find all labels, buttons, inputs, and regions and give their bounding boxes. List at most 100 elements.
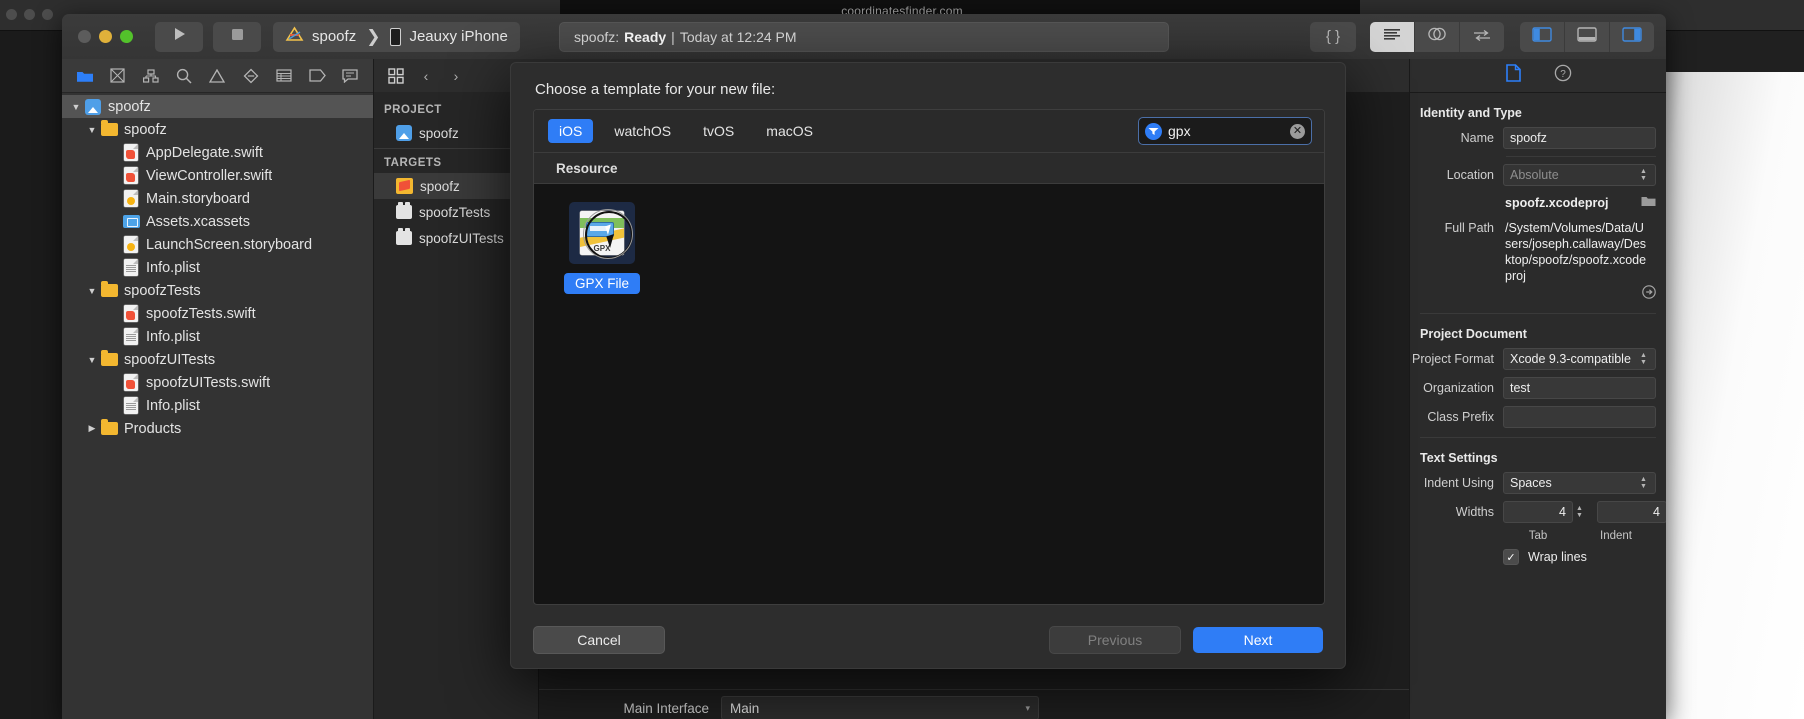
quick-help-tab[interactable]: ? [1551, 64, 1575, 88]
navigator-row-spoofztests[interactable]: ▼ spoofzTests [62, 279, 373, 302]
template-item-gpx-file[interactable]: GPX GPX File [564, 202, 641, 294]
navigator-row-info-plist[interactable]: ▼Info.plist [62, 256, 373, 279]
tab-macos[interactable]: macOS [755, 119, 824, 143]
wrap-lines-checkbox[interactable]: ✓ [1503, 549, 1519, 565]
issue-warning-icon[interactable] [201, 63, 234, 89]
template-search-field[interactable]: gpx ✕ [1138, 117, 1312, 145]
reveal-arrow-icon[interactable] [1642, 285, 1656, 304]
test-diamond-icon[interactable] [234, 63, 267, 89]
organization-row[interactable]: Organization test [1410, 377, 1666, 399]
toggle-debug-button[interactable] [1565, 21, 1610, 52]
swift-file-icon [124, 167, 138, 184]
library-button[interactable]: { } [1310, 21, 1356, 52]
name-input[interactable]: spoofz [1503, 127, 1656, 149]
run-button[interactable] [155, 21, 203, 52]
inspector-tabbar[interactable]: ? [1410, 59, 1666, 93]
debug-list-icon[interactable] [267, 63, 300, 89]
platform-tabbar[interactable]: iOS watchOS tvOS macOS gpx ✕ [534, 110, 1324, 153]
indent-using-select[interactable]: Spaces ▲ ▼ [1503, 472, 1656, 494]
folder-chooser-icon[interactable] [1641, 194, 1656, 212]
organization-input[interactable]: test [1503, 377, 1656, 399]
navigator-row-spoofzuitests[interactable]: ▼ spoofzUITests [62, 348, 373, 371]
toggle-navigator-button[interactable] [1520, 21, 1565, 52]
previous-button[interactable]: Previous [1049, 626, 1181, 654]
report-icon[interactable] [334, 63, 367, 89]
disclosure-triangle[interactable]: ▼ [68, 102, 84, 112]
file-inspector-tab[interactable] [1501, 64, 1525, 88]
scheme-selector[interactable]: spoofz ❯ Jeauxy iPhone [273, 21, 520, 52]
navigator-row-spoofztests-swift[interactable]: ▼spoofzTests.swift [62, 302, 373, 325]
navigator-row-spoofz[interactable]: ▼ spoofz [62, 118, 373, 141]
widths-row[interactable]: Widths 4 ▲▼ 4 ▲▼ [1410, 501, 1666, 523]
cancel-button[interactable]: Cancel [533, 626, 665, 654]
editor-assistant-button[interactable] [1415, 21, 1460, 52]
reveal-in-finder-row[interactable] [1410, 285, 1666, 304]
project-format-row[interactable]: Project Format Xcode 9.3-compatible ▲ ▼ [1410, 348, 1666, 370]
location-select[interactable]: Absolute ▲ ▼ [1503, 164, 1656, 186]
zoom-window-button[interactable] [120, 30, 133, 43]
navigator-row-info-plist[interactable]: ▼Info.plist [62, 325, 373, 348]
search-icon[interactable] [168, 63, 201, 89]
location-file-row[interactable]: spoofz.xcodeproj [1410, 193, 1666, 213]
toggle-inspector-button[interactable] [1610, 21, 1654, 52]
name-field-row[interactable]: Name spoofz [1410, 127, 1666, 149]
tab-ios[interactable]: iOS [548, 119, 594, 143]
main-interface-combo[interactable]: Main ▾ [721, 696, 1039, 719]
chevron-left-icon[interactable]: ‹ [412, 64, 440, 88]
next-button[interactable]: Next [1193, 627, 1323, 653]
folder-icon[interactable] [68, 63, 101, 89]
navigator-row-spoofz[interactable]: ▼ spoofz [62, 95, 373, 118]
editor-mode-segmented-control[interactable] [1370, 21, 1504, 52]
source-control-icon[interactable] [101, 63, 134, 89]
disclosure-triangle[interactable]: ▶ [84, 423, 100, 434]
close-window-button[interactable] [78, 30, 91, 43]
class-prefix-input[interactable] [1503, 406, 1656, 428]
project-navigator-tree[interactable]: ▼spoofz▼spoofz▼AppDelegate.swift▼ViewCon… [62, 93, 373, 719]
tab-watchos[interactable]: watchOS [603, 119, 682, 143]
gpx-file-icon[interactable]: GPX [569, 202, 635, 264]
window-traffic-lights[interactable] [78, 30, 133, 43]
navigator-row-viewcontroller-swift[interactable]: ▼ViewController.swift [62, 164, 373, 187]
disclosure-triangle[interactable]: ▼ [84, 286, 100, 296]
editor-version-button[interactable] [1460, 21, 1504, 52]
disclosure-triangle[interactable]: ▼ [84, 125, 100, 135]
target-row-label: spoofzTests [419, 204, 491, 220]
stop-button[interactable] [213, 21, 261, 52]
full-path-label: Full Path [1444, 221, 1494, 235]
navigator-row-spoofzuitests-swift[interactable]: ▼spoofzUITests.swift [62, 371, 373, 394]
editor-standard-button[interactable] [1370, 21, 1415, 52]
disclosure-triangle[interactable]: ▼ [84, 355, 100, 365]
main-interface-field[interactable]: Main Interface Main ▾ [559, 696, 1039, 719]
navigator-row-appdelegate-swift[interactable]: ▼AppDelegate.swift [62, 141, 373, 164]
storyboard-file-icon [124, 190, 138, 207]
navigator-row-info-plist[interactable]: ▼Info.plist [62, 394, 373, 417]
filter-icon[interactable] [1145, 122, 1162, 140]
tab-tvos[interactable]: tvOS [692, 119, 745, 143]
wrap-lines-row[interactable]: ✓ Wrap lines [1410, 549, 1666, 565]
location-field-row[interactable]: Location Absolute ▲ ▼ [1410, 164, 1666, 186]
target-row-label: spoofz [420, 178, 460, 194]
navigator-row-products[interactable]: ▶ Products [62, 417, 373, 440]
indent-width-input[interactable]: 4 [1596, 501, 1666, 523]
search-input-value[interactable]: gpx [1168, 123, 1284, 139]
clear-icon[interactable]: ✕ [1290, 123, 1305, 139]
panel-toggles-segmented-control[interactable] [1520, 21, 1654, 52]
breakpoint-tag-icon[interactable] [301, 63, 334, 89]
project-format-select[interactable]: Xcode 9.3-compatible ▲ ▼ [1503, 348, 1656, 370]
template-grid[interactable]: GPX GPX File [534, 184, 1324, 294]
chevron-right-icon[interactable]: › [442, 64, 470, 88]
grid-view-icon[interactable] [382, 64, 410, 88]
minimize-window-button[interactable] [99, 30, 112, 43]
navigator-row-assets-xcassets[interactable]: ▼Assets.xcassets [62, 210, 373, 233]
navigator-row-label: Info.plist [146, 397, 200, 414]
tab-width-stepper[interactable]: ▲ ▼ [1576, 505, 1583, 519]
navigator-row-main-storyboard[interactable]: ▼Main.storyboard [62, 187, 373, 210]
quick-help-icon: ? [1554, 64, 1572, 87]
tab-width-input[interactable]: 4 [1503, 501, 1573, 523]
navigator-row-launchscreen-storyboard[interactable]: ▼LaunchScreen.storyboard [62, 233, 373, 256]
class-prefix-row[interactable]: Class Prefix [1410, 406, 1666, 428]
symbol-hierarchy-icon[interactable] [134, 63, 167, 89]
status-bar[interactable]: spoofz: Ready | Today at 12:24 PM [559, 21, 1169, 52]
indent-using-row[interactable]: Indent Using Spaces ▲ ▼ [1410, 472, 1666, 494]
editor-standard-icon [1383, 28, 1401, 46]
